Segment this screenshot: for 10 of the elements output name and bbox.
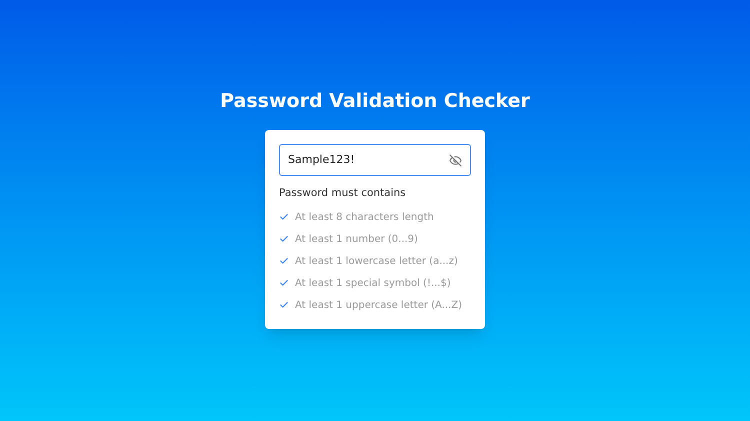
requirements-heading: Password must contains	[279, 186, 407, 201]
requirement-text: At least 1 lowercase letter (a...z)	[295, 254, 458, 269]
eye-slash-icon[interactable]	[449, 154, 462, 166]
password-value: Sample123!	[288, 152, 356, 168]
requirement-text: At least 1 special symbol (!...$)	[295, 276, 451, 291]
password-field[interactable]: Sample123!	[279, 144, 471, 176]
requirement-text: At least 1 uppercase letter (A...Z)	[295, 298, 462, 313]
requirement-text: At least 8 characters length	[295, 210, 434, 225]
requirement-text: At least 1 number (0...9)	[295, 232, 418, 247]
page-title: Password Validation Checker	[220, 89, 530, 114]
